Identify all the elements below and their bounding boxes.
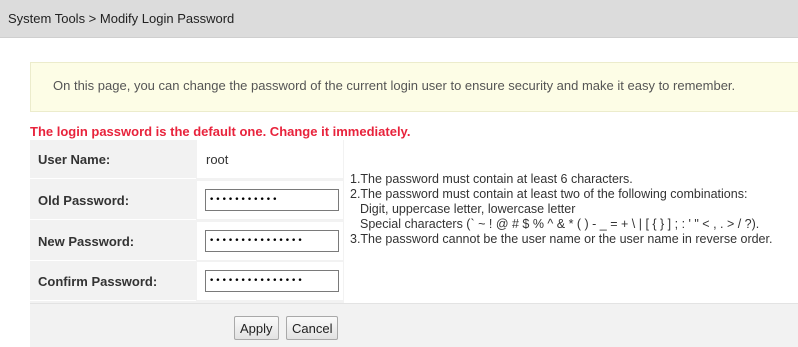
info-text: On this page, you can change the passwor… [53,78,736,93]
breadcrumb: System Tools > Modify Login Password [8,11,235,26]
old-password-input[interactable] [205,189,339,211]
new-password-value-cell [197,222,343,261]
user-name-label: User Name: [38,152,111,167]
confirm-password-label: Confirm Password: [38,274,158,289]
apply-button[interactable]: Apply [234,316,279,340]
warning-message: The login password is the default one. C… [30,124,411,139]
info-box: On this page, you can change the passwor… [30,62,798,112]
password-rules: 1.The password must contain at least 6 c… [344,140,798,303]
old-password-value-cell [197,181,343,220]
new-password-input[interactable] [205,230,339,252]
rule-letters-digits: Digit, uppercase letter, lowercase lette… [360,202,576,216]
title-bar: System Tools > Modify Login Password [0,0,798,38]
user-name-value: root [206,152,229,167]
confirm-password-label-cell: Confirm Password: [30,262,196,301]
confirm-password-input[interactable] [205,270,339,292]
user-name-value-cell: root [197,140,343,179]
user-name-label-cell: User Name: [30,140,196,179]
rule-min-length: 1.The password must contain at least 6 c… [350,172,633,186]
rule-special-characters: Special characters (` ~ ! @ # $ % ^ & * … [360,217,760,231]
button-row: Apply Cancel [30,303,798,347]
new-password-label-cell: New Password: [30,222,196,261]
confirm-password-value-cell [197,262,343,301]
cancel-button[interactable]: Cancel [286,316,339,340]
old-password-label: Old Password: [38,193,130,208]
old-password-label-cell: Old Password: [30,181,196,220]
new-password-label: New Password: [38,234,135,249]
rule-combinations: 2.The password must contain at least two… [350,187,748,201]
rule-not-username: 3.The password cannot be the user name o… [350,232,773,246]
